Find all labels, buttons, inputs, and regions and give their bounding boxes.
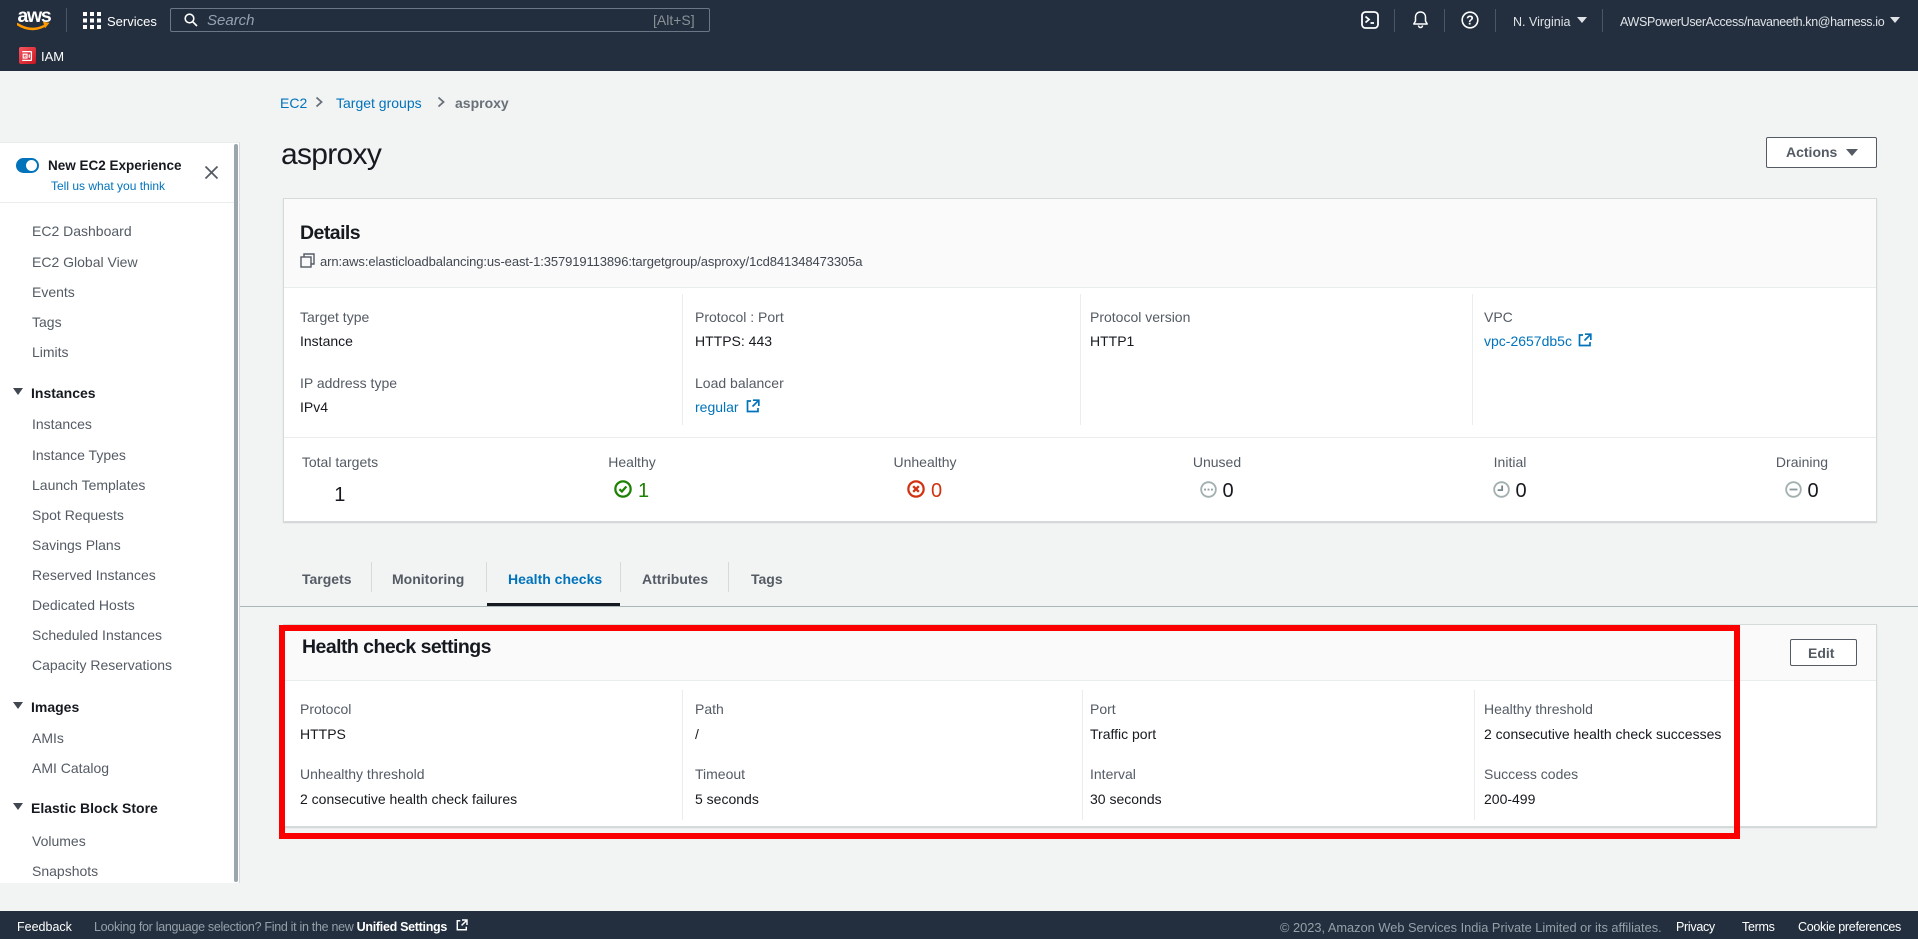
svg-text:?: ?	[1466, 13, 1474, 27]
